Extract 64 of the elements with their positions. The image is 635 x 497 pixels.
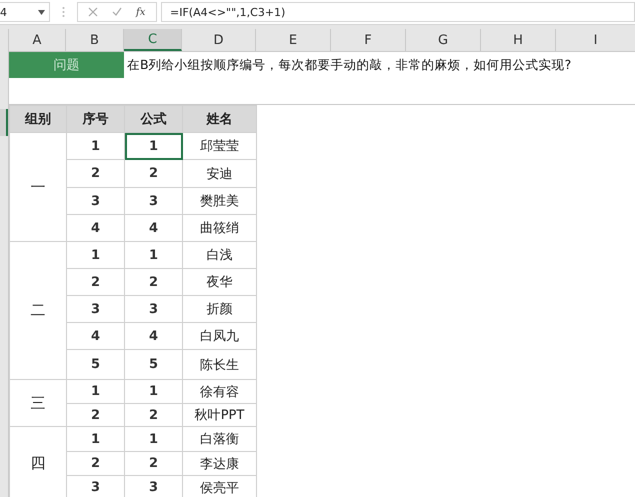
group-cell: 四	[10, 426, 66, 497]
insert-function-button[interactable]: fx	[136, 6, 146, 18]
table-cell: 白浅	[182, 242, 256, 268]
group-cell: 一	[10, 132, 66, 242]
table-cell: 白凤九	[182, 322, 256, 350]
table-cell: 2	[66, 160, 124, 188]
header-cell: 序号	[66, 106, 124, 132]
column-header[interactable]: C	[124, 29, 182, 51]
table-cell: 徐有容	[182, 380, 256, 404]
table-cell: 2	[66, 268, 124, 296]
table-cell[interactable]: 2	[124, 452, 182, 476]
enter-icon[interactable]	[112, 7, 122, 17]
table-cell: 4	[66, 322, 124, 350]
table-cell[interactable]: 2	[124, 160, 182, 188]
question-label: 问题	[9, 52, 124, 78]
table-cell[interactable]: 4	[124, 322, 182, 350]
group-cell: 三	[10, 380, 66, 426]
grip-icon	[62, 6, 65, 18]
table-cell: 樊胜美	[182, 188, 256, 214]
group-cell: 二	[10, 242, 66, 380]
table-cell[interactable]: 1	[124, 242, 182, 268]
column-header[interactable]: E	[256, 29, 331, 51]
table-cell: 折颜	[182, 296, 256, 322]
table-cell: 1	[66, 132, 124, 160]
table-cell[interactable]: 4	[124, 214, 182, 242]
table-cell: 邱莹莹	[182, 132, 256, 160]
column-header[interactable]: F	[331, 29, 406, 51]
table-cell: 2	[66, 404, 124, 426]
header-cell: 公式	[124, 106, 182, 132]
table-cell[interactable]: 1	[124, 426, 182, 452]
table-cell: 1	[66, 380, 124, 404]
table-cell[interactable]: 2	[124, 268, 182, 296]
table-cell[interactable]: 1	[124, 380, 182, 404]
table-cell[interactable]: 3	[124, 296, 182, 322]
header-cell: 组别	[10, 106, 66, 132]
formula-field[interactable]: =IF(A4<>"",1,C3+1)	[161, 2, 635, 22]
table-cell: 夜华	[182, 268, 256, 296]
table-cell: 白落衡	[182, 426, 256, 452]
table-cell[interactable]: 5	[124, 350, 182, 380]
column-header[interactable]: D	[182, 29, 256, 51]
table-cell: 曲筱绡	[182, 214, 256, 242]
table-cell: 2	[66, 452, 124, 476]
table-cell[interactable]: 1	[124, 132, 182, 160]
table-cell: 秋叶PPT	[182, 404, 256, 426]
table-cell: 1	[66, 242, 124, 268]
table-cell: 陈长生	[182, 350, 256, 380]
column-header[interactable]: H	[481, 29, 556, 51]
table-cell: 4	[66, 214, 124, 242]
header-cell: 姓名	[182, 106, 256, 132]
table-cell: 安迪	[182, 160, 256, 188]
table-cell: 3	[66, 296, 124, 322]
caret-icon	[38, 10, 45, 14]
column-header[interactable]: A	[9, 29, 66, 51]
table-cell[interactable]: 2	[124, 404, 182, 426]
column-header[interactable]: G	[406, 29, 481, 51]
cancel-icon[interactable]	[88, 7, 98, 17]
table-cell[interactable]: 3	[124, 188, 182, 214]
question-text: 在B列给小组按顺序编号，每次都要手动的敲，非常的麻烦，如何用公式实现?	[126, 56, 572, 74]
table-cell: 1	[66, 426, 124, 452]
column-header[interactable]: I	[556, 29, 635, 51]
table-cell: 3	[66, 188, 124, 214]
name-box[interactable]: 4	[0, 2, 50, 22]
table-cell: 5	[66, 350, 124, 380]
table-cell: 李达康	[182, 452, 256, 476]
